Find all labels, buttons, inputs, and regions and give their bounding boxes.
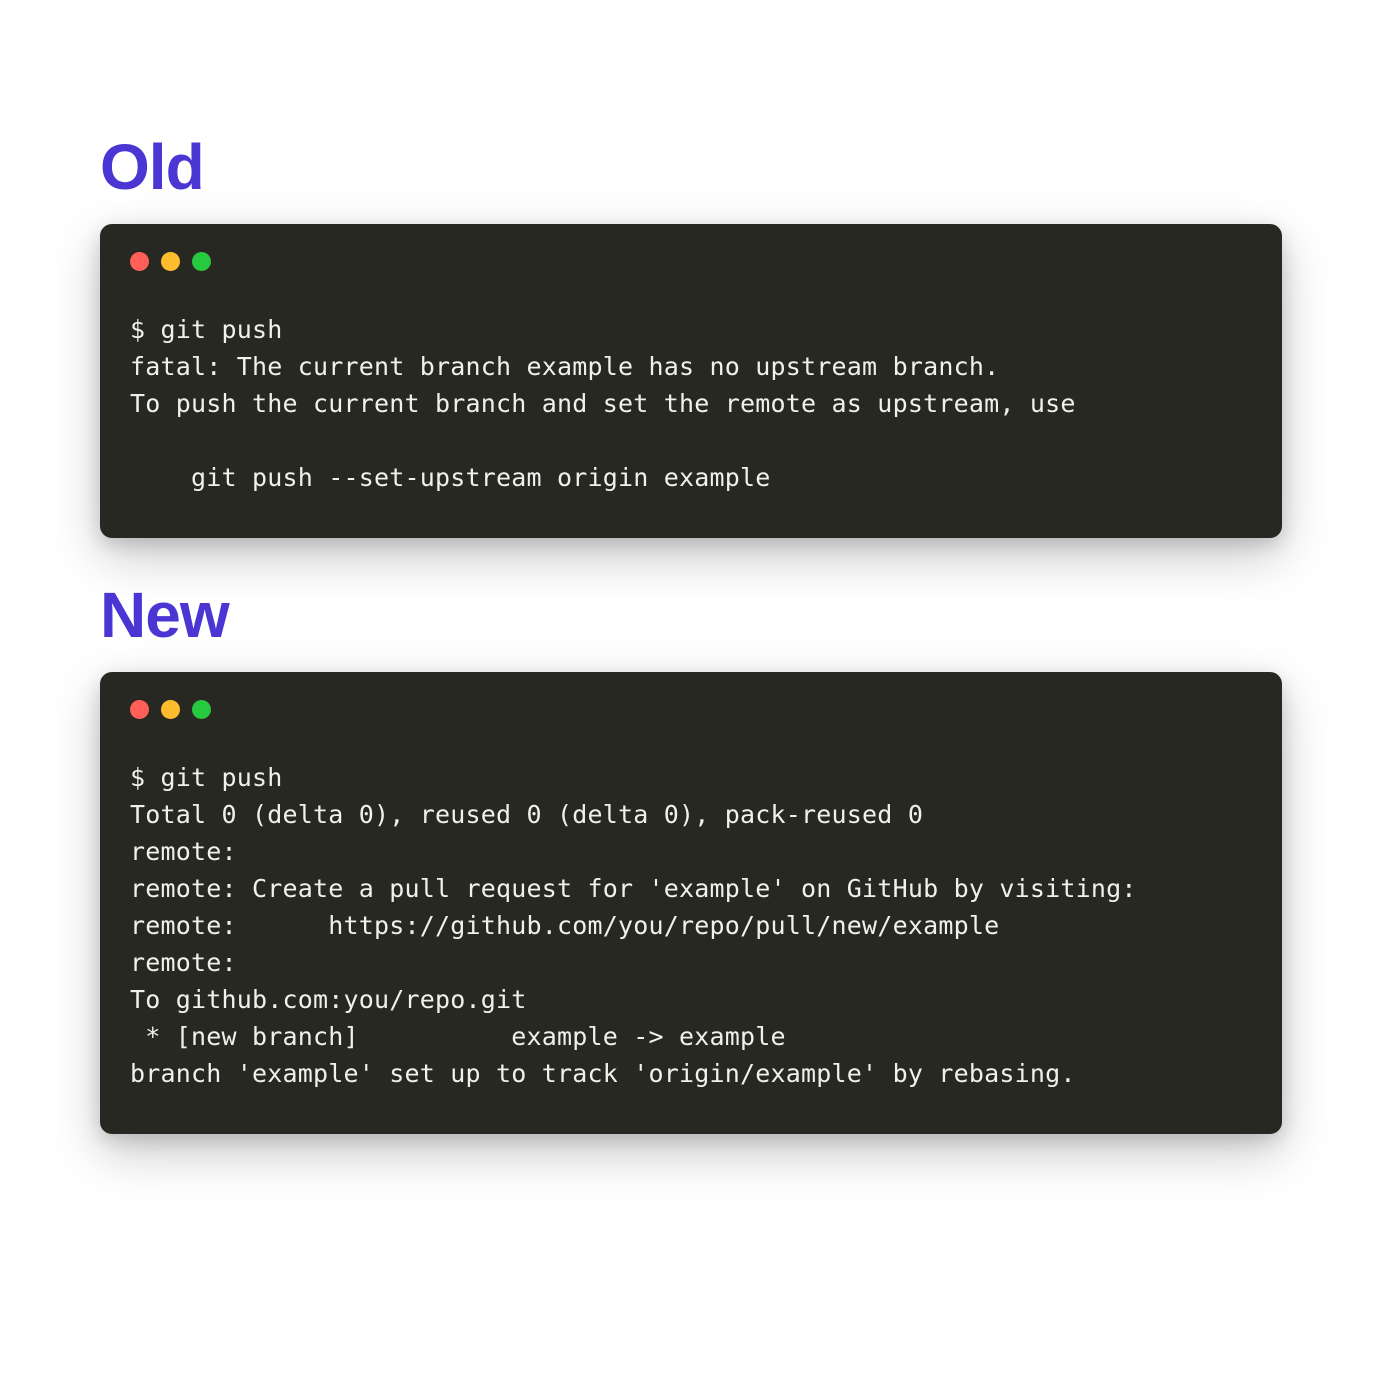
traffic-light-close-icon	[130, 252, 149, 271]
heading-new: New	[100, 578, 1282, 652]
traffic-light-minimize-icon	[161, 700, 180, 719]
traffic-light-close-icon	[130, 700, 149, 719]
terminal-old-output: $ git push fatal: The current branch exa…	[130, 311, 1252, 496]
terminal-new-output: $ git push Total 0 (delta 0), reused 0 (…	[130, 759, 1252, 1092]
terminal-old: $ git push fatal: The current branch exa…	[100, 224, 1282, 538]
terminal-titlebar	[130, 252, 1252, 271]
terminal-new: $ git push Total 0 (delta 0), reused 0 (…	[100, 672, 1282, 1134]
traffic-light-minimize-icon	[161, 252, 180, 271]
traffic-light-zoom-icon	[192, 700, 211, 719]
heading-old: Old	[100, 130, 1282, 204]
terminal-titlebar	[130, 700, 1252, 719]
traffic-light-zoom-icon	[192, 252, 211, 271]
